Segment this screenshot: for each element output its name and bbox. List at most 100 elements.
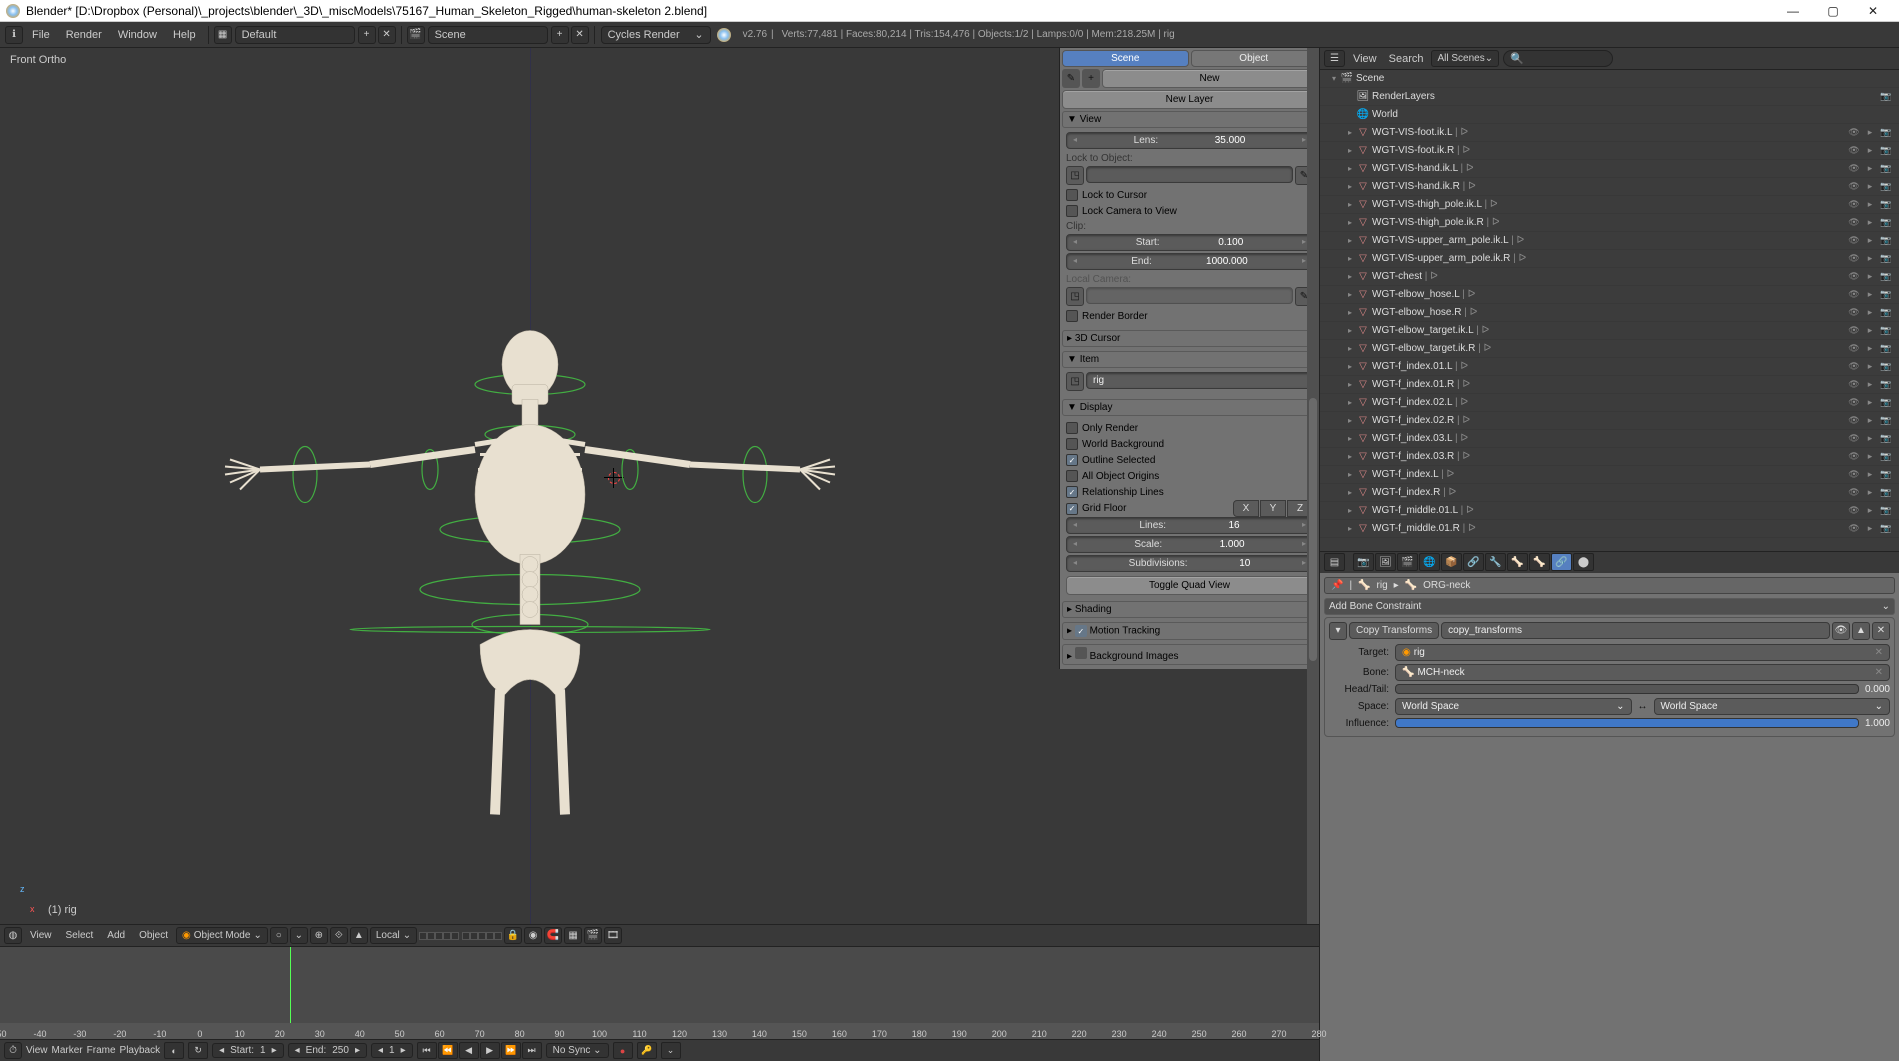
editor-type-icon[interactable]: ℹ [5,26,23,44]
toggle-icon[interactable]: 📷 [1879,378,1893,392]
toggle-icon[interactable]: 👁 [1847,198,1861,212]
expand-icon[interactable]: ▸ [1344,290,1356,299]
toggle-icon[interactable]: 📷 [1879,396,1893,410]
outliner-row[interactable]: ▸ ▽ WGT-chest | ᐅ 👁▸📷 [1320,268,1899,286]
toggle-icon[interactable]: 👁 [1847,342,1861,356]
tl-range-icon[interactable]: ◐ [164,1042,184,1059]
toggle-icon[interactable]: 👁 [1847,432,1861,446]
snap-target-icon[interactable]: ▦ [564,927,582,944]
close-button[interactable]: ✕ [1853,0,1893,22]
lens-field[interactable]: ◂Lens:35.000▸ [1066,132,1313,149]
toggle-icon[interactable]: 👁 [1847,252,1861,266]
play-icon[interactable]: ▶ [480,1042,500,1059]
toggle-icon[interactable]: 📷 [1879,324,1893,338]
grease-pencil-icon[interactable]: ✎ [1062,69,1080,88]
expand-icon[interactable]: ▸ [1344,182,1356,191]
timeline-editor[interactable]: -50-40-30-20-100102030405060708090100110… [0,946,1319,1061]
toggle-icon[interactable]: 📷 [1879,486,1893,500]
tab-constraints-icon[interactable]: 🔗 [1463,553,1484,571]
outliner-row[interactable]: ▸ ▽ WGT-elbow_target.ik.R | ᐅ 👁▸📷 [1320,340,1899,358]
outliner-row[interactable]: ▸ ▽ WGT-VIS-thigh_pole.ik.R | ᐅ 👁▸📷 [1320,214,1899,232]
toggle-icon[interactable]: ▸ [1863,486,1877,500]
remove-scene-icon[interactable]: ✕ [571,26,589,44]
toggle-icon[interactable]: 📷 [1879,180,1893,194]
toggle-icon[interactable]: ▸ [1863,288,1877,302]
space-b-dropdown[interactable]: World Space⌄ [1654,698,1891,715]
toggle-icon[interactable]: ▸ [1863,234,1877,248]
tab-renderlayers-icon[interactable]: 🖼 [1375,553,1396,571]
toggle-icon[interactable]: ▸ [1863,126,1877,140]
expand-icon[interactable]: ▸ [1344,434,1356,443]
toggle-icon[interactable]: ▸ [1863,396,1877,410]
pin-icon[interactable]: 📌 [1331,580,1343,591]
axis-y-toggle[interactable]: Y [1260,500,1286,517]
toggle-icon[interactable]: 📷 [1879,522,1893,536]
outliner-search-menu[interactable]: Search [1385,53,1428,65]
toggle-icon[interactable]: 📷 [1879,360,1893,374]
manipulator-toggle-icon[interactable]: ▲ [350,927,368,944]
toggle-icon[interactable]: 📷 [1879,216,1893,230]
item-name-field[interactable]: rig [1086,372,1313,389]
render-preview-icon[interactable]: 🎬 [584,927,602,944]
toggle-icon[interactable]: 👁 [1847,162,1861,176]
outliner[interactable]: ▾ 🎬 Scene 🖼 RenderLayers 📷 🌐 World ▸ ▽ W… [1320,70,1899,551]
play-reverse-icon[interactable]: ◀ [459,1042,479,1059]
toggle-icon[interactable]: 📷 [1879,450,1893,464]
toggle-icon[interactable]: ▸ [1863,414,1877,428]
object-icon[interactable]: ◳ [1066,166,1084,185]
toggle-icon[interactable]: 📷 [1879,270,1893,284]
expand-icon[interactable]: ▸ [1344,398,1356,407]
toggle-icon[interactable]: 📷 [1879,126,1893,140]
tl-marker-menu[interactable]: Marker [52,1045,83,1056]
lines-field[interactable]: ◂Lines:16▸ [1066,517,1313,534]
panel-bgimages-header[interactable]: ▸ Background Images [1062,644,1317,665]
panel-motion-header[interactable]: ▸ ✓ Motion Tracking [1062,622,1317,640]
lock-to-cursor-check[interactable]: Lock to Cursor [1066,187,1313,203]
toggle-icon[interactable]: 📷 [1879,252,1893,266]
expand-icon[interactable]: ▸ [1344,218,1356,227]
toggle-icon[interactable]: 👁 [1847,270,1861,284]
add-constraint-dropdown[interactable]: Add Bone Constraint⌄ [1324,598,1895,615]
outliner-row[interactable]: ▾ 🎬 Scene [1320,70,1899,88]
outliner-row[interactable]: ▸ ▽ WGT-f_middle.01.L | ᐅ 👁▸📷 [1320,502,1899,520]
tl-current-field[interactable]: ◂1▸ [371,1043,413,1058]
maximize-button[interactable]: ▢ [1813,0,1853,22]
outliner-row[interactable]: ▸ ▽ WGT-VIS-upper_arm_pole.ik.L | ᐅ 👁▸📷 [1320,232,1899,250]
toggle-icon[interactable]: ▸ [1863,378,1877,392]
outline-selected-check[interactable]: ✓Outline Selected [1066,452,1313,468]
snap-icon[interactable]: 🧲 [544,927,562,944]
tab-material-icon[interactable]: ⬤ [1573,553,1594,571]
toggle-icon[interactable]: ▸ [1863,216,1877,230]
menu-help[interactable]: Help [165,22,204,47]
toggle-icon[interactable]: ▸ [1863,504,1877,518]
breadcrumb-bone[interactable]: ORG-neck [1423,580,1470,591]
mode-dropdown[interactable]: ◉Object Mode⌄ [176,927,268,944]
eye-icon[interactable]: 👁 [1832,622,1850,640]
outliner-row[interactable]: ▸ ▽ WGT-f_index.R | ᐅ 👁▸📷 [1320,484,1899,502]
toggle-icon[interactable]: ▸ [1863,342,1877,356]
outliner-search-input[interactable]: 🔍 [1503,50,1613,67]
toggle-quad-button[interactable]: Toggle Quad View [1066,576,1313,595]
toggle-icon[interactable]: 👁 [1847,234,1861,248]
expand-icon[interactable]: ▸ [1344,128,1356,137]
keyset-dropdown-icon[interactable]: ⌄ [661,1042,681,1059]
toggle-icon[interactable]: ▸ [1863,360,1877,374]
display-mode-dropdown[interactable]: All Scenes ⌄ [1431,50,1499,67]
panel-display-header[interactable]: ▼ Display [1062,399,1317,416]
render-border-check[interactable]: Render Border [1066,308,1313,324]
outliner-row[interactable]: 🖼 RenderLayers 📷 [1320,88,1899,106]
add-layout-icon[interactable]: + [358,26,376,44]
toggle-icon[interactable]: 👁 [1847,378,1861,392]
only-render-check[interactable]: Only Render [1066,420,1313,436]
keyframe-prev-icon[interactable]: ⏪ [438,1042,458,1059]
tl-view-menu[interactable]: View [26,1045,48,1056]
tab-objectdata-icon[interactable]: 🦴 [1507,553,1528,571]
outliner-view-menu[interactable]: View [1349,53,1381,65]
toggle-icon[interactable]: 📷 [1879,432,1893,446]
toggle-icon[interactable]: 👁 [1847,504,1861,518]
delete-icon[interactable]: ✕ [1872,622,1890,640]
prop-edit-icon[interactable]: ◉ [524,927,542,944]
expand-icon[interactable]: ▸ [1344,380,1356,389]
expand-icon[interactable]: ▸ [1344,524,1356,533]
outliner-row[interactable]: ▸ ▽ WGT-f_middle.01.R | ᐅ 👁▸📷 [1320,520,1899,538]
